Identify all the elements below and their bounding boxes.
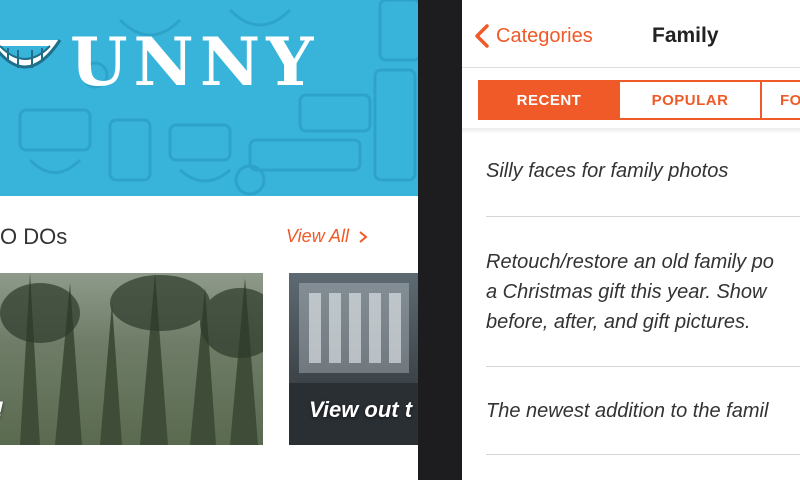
section-title: O DOs bbox=[0, 224, 68, 249]
tab-recent[interactable]: RECENT bbox=[478, 80, 620, 120]
forest-photo bbox=[0, 273, 263, 445]
list-item-text: before, after, and gift pictures. bbox=[486, 311, 751, 333]
back-button[interactable]: Categories bbox=[474, 24, 593, 48]
tab-popular[interactable]: POPULAR bbox=[620, 80, 762, 120]
divider bbox=[486, 454, 800, 455]
left-phone-screen: UNNY O DOs View All View out t bbox=[0, 0, 418, 480]
toolbar-shadow bbox=[462, 128, 800, 134]
segmented-control: RECENT POPULAR FO bbox=[478, 80, 800, 120]
divider bbox=[486, 216, 800, 217]
right-phone-screen: Categories Family RECENT POPULAR FO Sill… bbox=[462, 0, 800, 480]
chevron-left-icon bbox=[475, 24, 489, 48]
list-item-text: Retouch/restore an old family po bbox=[486, 251, 774, 273]
todo-section-header: O DOs View All bbox=[0, 222, 418, 256]
list-item[interactable]: Retouch/restore an old family po a Chris… bbox=[486, 247, 800, 337]
hero-banner: UNNY bbox=[0, 0, 418, 196]
tab-fo[interactable]: FO bbox=[762, 80, 800, 120]
view-all-label: View All bbox=[286, 226, 350, 246]
list-item[interactable]: Silly faces for family photos bbox=[486, 156, 800, 186]
list-item-text: a Christmas gift this year. Show bbox=[486, 281, 767, 303]
card-caption: View out t bbox=[309, 397, 413, 422]
divider bbox=[486, 366, 800, 367]
page-title: Family bbox=[652, 24, 719, 47]
chevron-right-icon bbox=[359, 230, 368, 243]
todo-card-forest[interactable]: ! bbox=[0, 273, 263, 445]
navigation-bar: Categories Family bbox=[462, 0, 800, 68]
grin-smile-icon bbox=[0, 39, 62, 69]
list-item-text: Silly faces for family photos bbox=[486, 160, 729, 182]
view-all-link[interactable]: View All bbox=[286, 226, 369, 247]
logo-wordmark: UNNY bbox=[70, 23, 320, 101]
todo-card-view[interactable]: View out t bbox=[289, 273, 418, 445]
list-item-text: The newest addition to the famil bbox=[486, 400, 769, 422]
back-label: Categories bbox=[496, 24, 593, 47]
screenshot-stage: UNNY O DOs View All View out t Categorie… bbox=[0, 0, 800, 480]
list-item[interactable]: The newest addition to the famil bbox=[486, 396, 800, 426]
card-caption: ! bbox=[0, 397, 3, 423]
